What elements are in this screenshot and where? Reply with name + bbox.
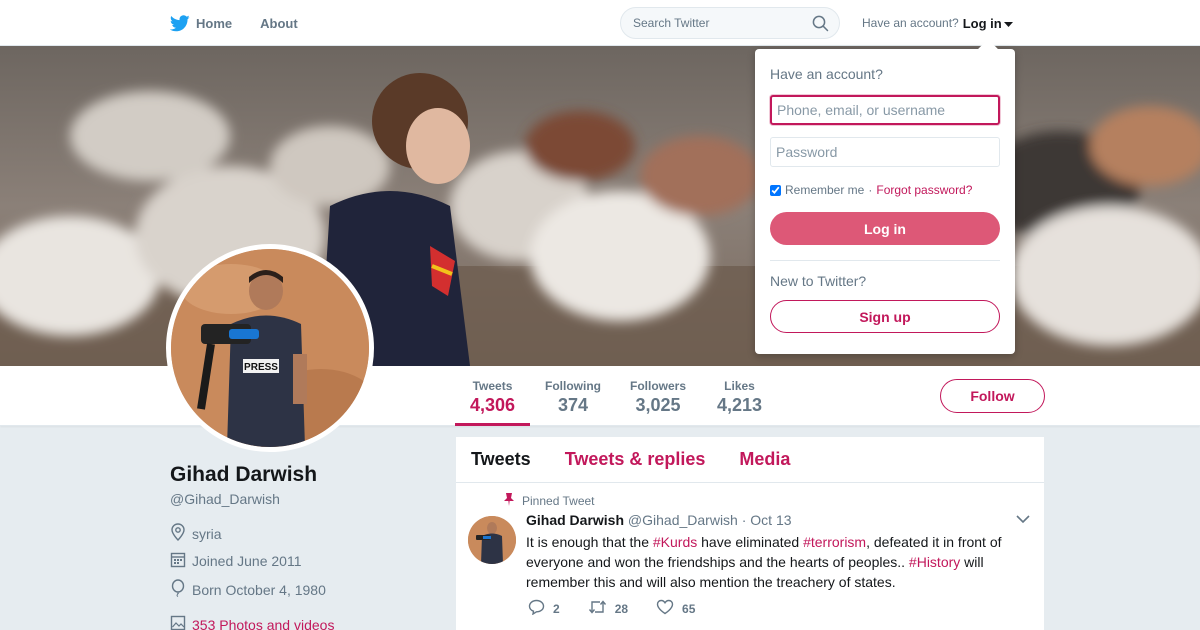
stat-likes-value: 4,213 [716,395,763,415]
tab-tweets-and-replies[interactable]: Tweets & replies [565,449,706,470]
remember-me-row: Remember me · Forgot password? [770,183,972,197]
like-count: 65 [682,601,696,616]
stat-likes[interactable]: Likes 4,213 [712,366,767,426]
tweet-author-name[interactable]: Gihad Darwish [526,512,624,528]
remember-me-checkbox[interactable] [770,184,781,196]
follow-button[interactable]: Follow [940,379,1045,413]
tweet-date[interactable]: Oct 13 [750,512,791,528]
tweet-header: Gihad Darwish @Gihad_Darwish · Oct 13 [526,512,792,528]
image-icon [170,615,186,630]
chevron-down-icon [1016,511,1030,528]
timeline-tabs: Tweets Tweets & replies Media [456,437,1044,483]
profile-location: syria [170,523,222,544]
login-link-label: Log in [962,15,1002,31]
twitter-bird-icon [170,14,190,32]
retweet-button[interactable]: 28 [588,599,628,618]
have-account-text: Have an account? [862,16,959,30]
login-button[interactable]: Log in [770,212,1000,245]
reply-icon [528,599,545,618]
tweet-author-avatar[interactable] [468,516,516,564]
signup-button[interactable]: Sign up [770,300,1000,333]
username-field[interactable] [770,95,1000,125]
login-dropdown-toggle[interactable]: Log in [963,16,1013,31]
hashtag-history[interactable]: #History [909,554,960,570]
remember-me-label[interactable]: Remember me [785,183,864,197]
pinned-tweet-label: Pinned Tweet [522,494,595,508]
stat-following-value: 374 [557,395,589,415]
nav-home-label: Home [196,15,233,31]
pin-icon [504,493,514,509]
forgot-password-link[interactable]: Forgot password? [876,183,972,197]
account-area: Have an account? Log in [862,0,1013,46]
tweet-avatar-photo [468,516,516,564]
pinned-tweet-header: Pinned Tweet [504,493,595,509]
tab-tweets[interactable]: Tweets [471,449,531,470]
tweet-text-part: have eliminated [697,534,804,550]
reply-count: 2 [553,601,560,616]
timeline-panel: Tweets Tweets & replies Media Pinned Twe… [456,437,1044,630]
tweet-text: It is enough that the #Kurds have elimin… [526,532,1026,592]
caret-down-icon [1003,16,1013,31]
top-navigation-bar: Home About Have an account? Log in [0,0,1200,46]
retweet-icon [588,599,607,618]
tweet-text-part: It is enough that the [526,534,653,550]
profile-joined: Joined June 2011 [170,551,302,571]
location-text: syria [192,525,222,542]
location-pin-icon [170,523,186,544]
password-field[interactable] [770,137,1000,167]
avatar-photo: PRESS [171,249,369,447]
profile-handle: @Gihad_Darwish [170,491,280,507]
balloon-icon [170,579,186,600]
stat-tweets-label: Tweets [472,379,513,393]
stat-followers-label: Followers [629,379,686,393]
new-to-twitter-text: New to Twitter? [770,273,867,289]
birthday-text: Born October 4, 1980 [192,581,326,598]
calendar-icon [170,551,186,571]
stat-likes-label: Likes [724,379,755,393]
heart-icon [656,599,674,618]
tweet-more-options[interactable] [1016,511,1030,529]
search-box [620,7,840,39]
search-icon[interactable] [812,15,829,37]
hashtag-kurds[interactable]: #Kurds [653,534,697,550]
tweet-actions: 2 28 65 [528,599,723,618]
remember-separator: · [868,183,873,197]
nav-links: Home About [170,0,298,46]
stat-following-label: Following [545,379,601,393]
dropdown-title: Have an account? [770,66,883,82]
tab-media[interactable]: Media [739,449,790,470]
tweet-author-handle[interactable]: @Gihad_Darwish [628,512,738,528]
login-dropdown: Have an account? Remember me · Forgot pa… [755,39,1015,354]
stat-followers[interactable]: Followers 3,025 [624,366,692,426]
like-button[interactable]: 65 [656,599,695,618]
svg-text:PRESS: PRESS [244,362,278,373]
photos-videos-text: 353 Photos and videos [192,616,335,630]
profile-avatar[interactable]: PRESS [166,244,374,452]
nav-about-label: About [260,15,298,31]
joined-text: Joined June 2011 [192,553,302,569]
dropdown-divider [770,260,1000,261]
nav-about-link[interactable]: About [260,16,298,31]
stat-followers-value: 3,025 [635,395,681,415]
reply-button[interactable]: 2 [528,599,560,618]
tweet-date-separator: · [741,512,747,528]
nav-home-link[interactable]: Home [170,14,233,32]
search-input[interactable] [621,8,801,38]
hashtag-terrorism[interactable]: #terrorism [803,534,866,550]
stat-tweets[interactable]: Tweets 4,306 [455,366,530,426]
profile-name: Gihad Darwish [170,463,318,486]
photos-videos-link[interactable]: 353 Photos and videos [170,615,334,630]
stat-tweets-value: 4,306 [469,395,516,415]
profile-birthday: Born October 4, 1980 [170,579,326,600]
stat-following[interactable]: Following 374 [540,366,606,426]
retweet-count: 28 [614,601,629,616]
